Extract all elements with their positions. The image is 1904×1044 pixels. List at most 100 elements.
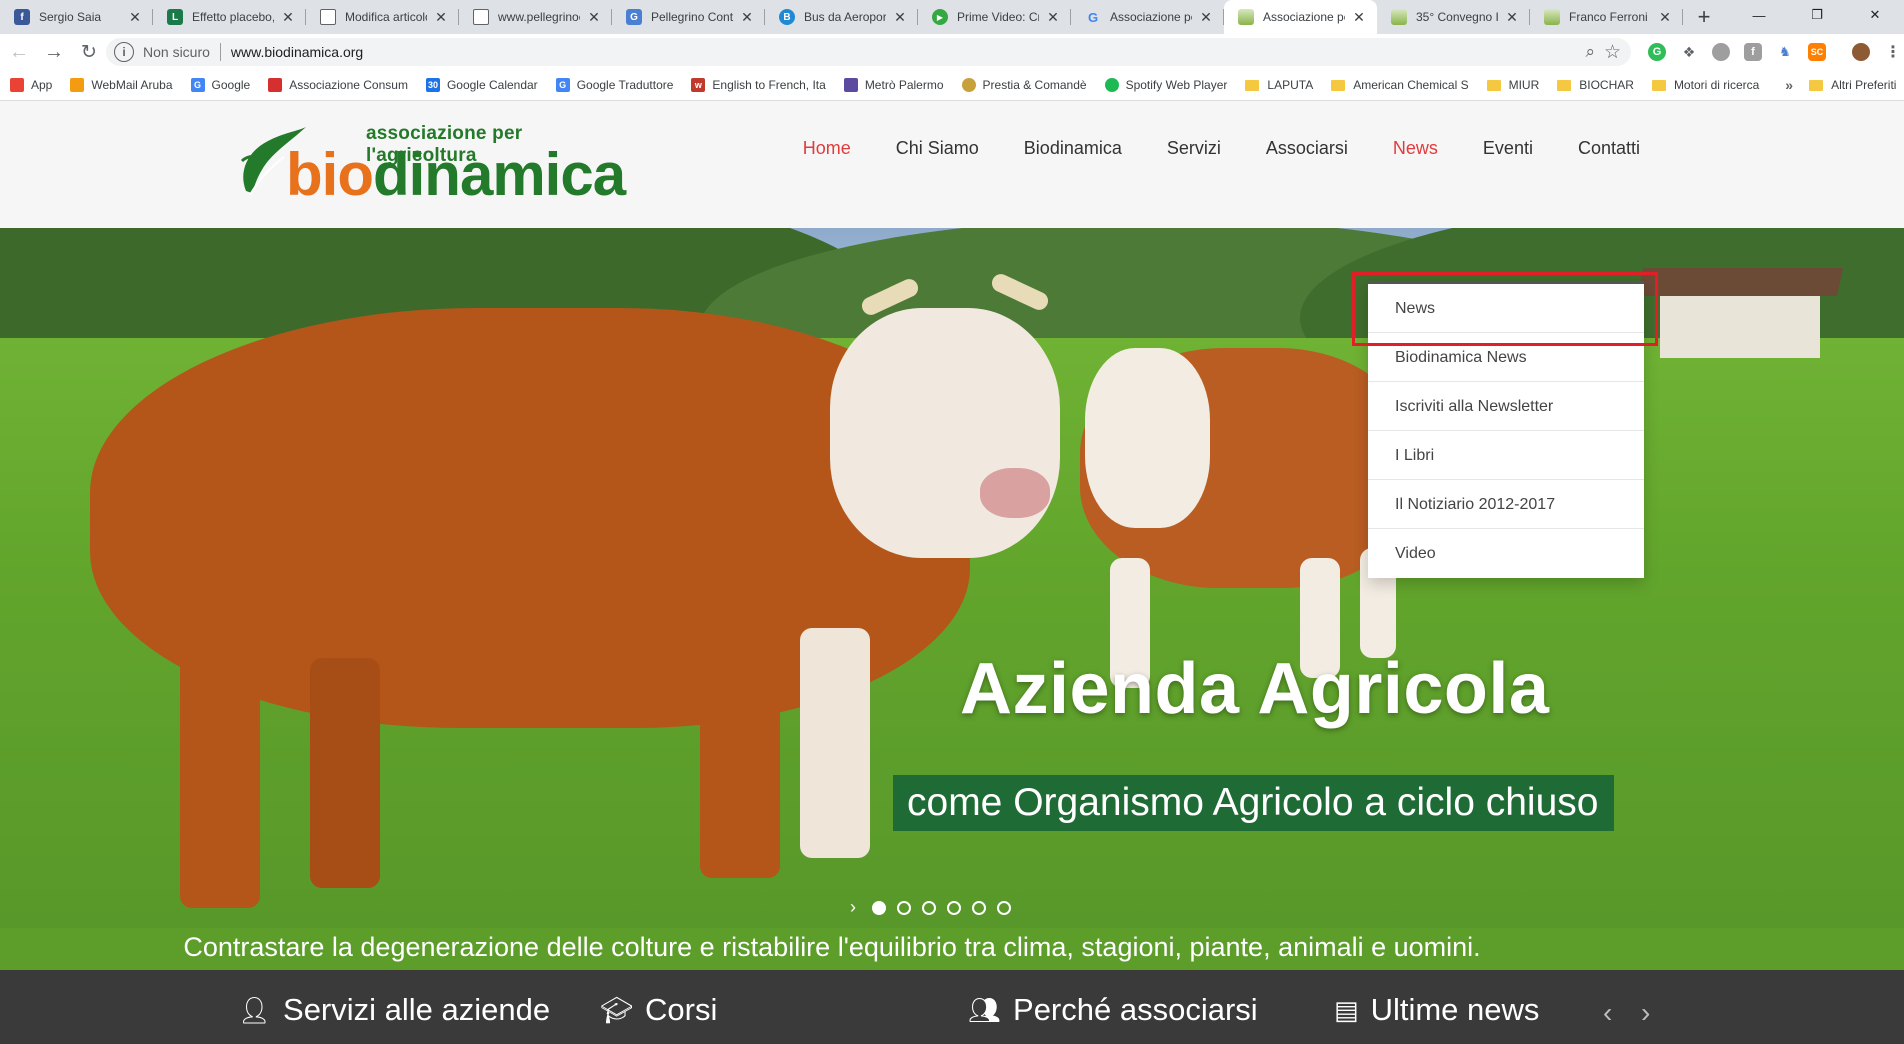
bookmark-folder[interactable]: American Chemical S [1331, 78, 1469, 92]
restore-icon[interactable]: ❐ [1788, 0, 1846, 30]
menu-kebab-icon[interactable]: ⋮ [1884, 43, 1902, 61]
slider-dot[interactable] [872, 900, 886, 915]
close-tab-icon[interactable]: ✕ [892, 9, 908, 25]
bookmark-item[interactable]: 30 Google Calendar [425, 78, 538, 92]
translate-icon: G [555, 78, 570, 92]
minimize-icon[interactable]: — [1730, 0, 1788, 30]
bookmark-folder[interactable]: LAPUTA [1245, 78, 1313, 92]
new-tab-button[interactable]: + [1687, 0, 1721, 34]
close-window-icon[interactable]: ✕ [1846, 0, 1904, 30]
close-tab-icon[interactable]: ✕ [1045, 9, 1061, 25]
folder-icon [1809, 79, 1824, 91]
bus-icon: B [779, 9, 795, 25]
carousel-next-icon[interactable]: › [1641, 997, 1650, 1029]
bookmark-folder[interactable]: BIOCHAR [1557, 78, 1634, 92]
bookmark-folder-other[interactable]: Altri Preferiti [1809, 78, 1896, 92]
nav-news[interactable]: News [1393, 137, 1438, 159]
slider-dot[interactable] [972, 900, 986, 915]
bookmark-item[interactable]: w English to French, Ita [691, 78, 826, 92]
forward-icon[interactable]: → [38, 36, 70, 68]
close-tab-icon[interactable]: ✕ [1198, 9, 1214, 25]
bookmark-item[interactable]: Prestia & Comandè [961, 78, 1087, 92]
tab-title: Pellegrino Conte [651, 10, 733, 24]
dropdown-item-video[interactable]: Video [1368, 529, 1644, 578]
dropbox-icon[interactable]: ❖ [1680, 43, 1698, 61]
bookmark-item[interactable]: WebMail Aruba [70, 78, 173, 92]
bookmark-item[interactable]: Spotify Web Player [1104, 78, 1228, 92]
bookmark-label: Altri Preferiti [1831, 78, 1897, 92]
zoom-icon[interactable]: ⌕ [1585, 42, 1595, 62]
slider-dot[interactable] [897, 900, 911, 915]
nav-biodinamica[interactable]: Biodinamica [1024, 137, 1122, 159]
extension-icon[interactable]: SC [1808, 43, 1826, 61]
features-bar: 👤︎ Servizi alle aziende 🎓︎ Corsi 👥︎ Perc… [0, 970, 1904, 1044]
bookmarks-overflow-icon[interactable]: » [1785, 77, 1793, 93]
browser-tab[interactable]: f Sergio Saia ✕ [0, 0, 153, 34]
feature-corsi[interactable]: 🎓︎ Corsi [600, 992, 717, 1028]
browser-tab[interactable]: L Effetto placebo, l ✕ [153, 0, 306, 34]
bookmark-star-icon[interactable]: ☆ [1604, 41, 1621, 64]
nav-servizi[interactable]: Servizi [1167, 137, 1221, 159]
nav-eventi[interactable]: Eventi [1483, 137, 1533, 159]
bookmark-folder[interactable]: MIUR [1486, 78, 1539, 92]
dropdown-item-libri[interactable]: I Libri [1368, 431, 1644, 480]
feature-ultime-news[interactable]: ▤ Ultime news [1334, 992, 1539, 1028]
browser-tab[interactable]: G Pellegrino Conte ✕ [612, 0, 765, 34]
slider-dot[interactable] [947, 900, 961, 915]
close-tab-icon[interactable]: ✕ [586, 9, 602, 25]
bookmark-label: Spotify Web Player [1125, 78, 1228, 92]
close-tab-icon[interactable]: ✕ [1657, 9, 1673, 25]
browser-tab[interactable]: ▶ Prime Video: Cri ✕ [918, 0, 1071, 34]
dropdown-item-newsletter[interactable]: Iscriviti alla Newsletter [1368, 382, 1644, 431]
nav-contatti[interactable]: Contatti [1578, 137, 1640, 159]
close-tab-icon[interactable]: ✕ [280, 9, 296, 25]
users-icon: 👥︎ [968, 994, 1002, 1025]
browser-tab[interactable]: www.pellegrinoc ✕ [459, 0, 612, 34]
wordreference-icon: w [691, 78, 706, 92]
dropdown-item-notiziario[interactable]: Il Notiziario 2012-2017 [1368, 480, 1644, 529]
bookmark-item[interactable]: Metrò Palermo [843, 78, 944, 92]
bookmark-item[interactable]: G Google [190, 78, 250, 92]
close-tab-icon[interactable]: ✕ [1351, 9, 1367, 25]
close-tab-icon[interactable]: ✕ [127, 9, 143, 25]
browser-tab[interactable]: 35° Convegno In ✕ [1377, 0, 1530, 34]
grammarly-icon[interactable]: G [1648, 43, 1666, 61]
address-bar[interactable]: i Non sicuro www.biodinamica.org ⌕ ☆ [106, 38, 1631, 66]
bookmark-label: Associazione Consum [289, 78, 408, 92]
nav-home[interactable]: Home [803, 137, 851, 159]
close-tab-icon[interactable]: ✕ [433, 9, 449, 25]
feature-servizi-alle-aziende[interactable]: 👤︎ Servizi alle aziende [238, 992, 550, 1028]
feature-perche-associarsi[interactable]: 👥︎ Perché associarsi [968, 992, 1258, 1028]
browser-tab[interactable]: B Bus da Aeroporto ✕ [765, 0, 918, 34]
reload-icon[interactable]: ↻ [73, 36, 105, 68]
bookmark-folder[interactable]: Motori di ricerca [1651, 78, 1759, 92]
carousel-prev-icon[interactable]: ‹ [1603, 997, 1612, 1029]
slider-dot[interactable] [922, 900, 936, 915]
bookmark-label: Google Traduttore [576, 78, 674, 92]
info-icon[interactable]: i [114, 42, 134, 62]
close-tab-icon[interactable]: ✕ [739, 9, 755, 25]
extension-icon[interactable] [1712, 43, 1730, 61]
bookmark-item[interactable]: G Google Traduttore [555, 78, 674, 92]
bookmark-label: WebMail Aruba [91, 78, 173, 92]
slider-dot[interactable] [997, 900, 1011, 915]
facebook-extension-icon[interactable]: f [1744, 43, 1762, 61]
close-tab-icon[interactable]: ✕ [1504, 9, 1520, 25]
browser-tab[interactable]: Modifica articolo ✕ [306, 0, 459, 34]
tab-title: Effetto placebo, l [192, 10, 274, 24]
bookmark-item[interactable]: Associazione Consum [268, 78, 408, 92]
bookmark-label: BIOCHAR [1579, 78, 1634, 92]
back-icon[interactable]: ← [3, 36, 35, 68]
bookmark-apps[interactable]: App [10, 78, 52, 92]
site-logo[interactable]: associazione per l'agricoltura biodinami… [238, 117, 626, 207]
browser-tab[interactable]: G Associazione per ✕ [1071, 0, 1224, 34]
browser-tab-active[interactable]: Associazione per ✕ [1224, 0, 1377, 34]
nav-associarsi[interactable]: Associarsi [1266, 137, 1348, 159]
avatar[interactable] [1852, 43, 1870, 61]
url-text[interactable]: www.biodinamica.org [231, 44, 363, 60]
browser-tab[interactable]: Franco Ferroni - ✕ [1530, 0, 1683, 34]
tab-title: Modifica articolo [345, 10, 427, 24]
nav-chi-siamo[interactable]: Chi Siamo [896, 137, 979, 159]
slider-next-icon[interactable]: › [850, 897, 856, 918]
extension-icon[interactable]: ♞ [1776, 43, 1794, 61]
